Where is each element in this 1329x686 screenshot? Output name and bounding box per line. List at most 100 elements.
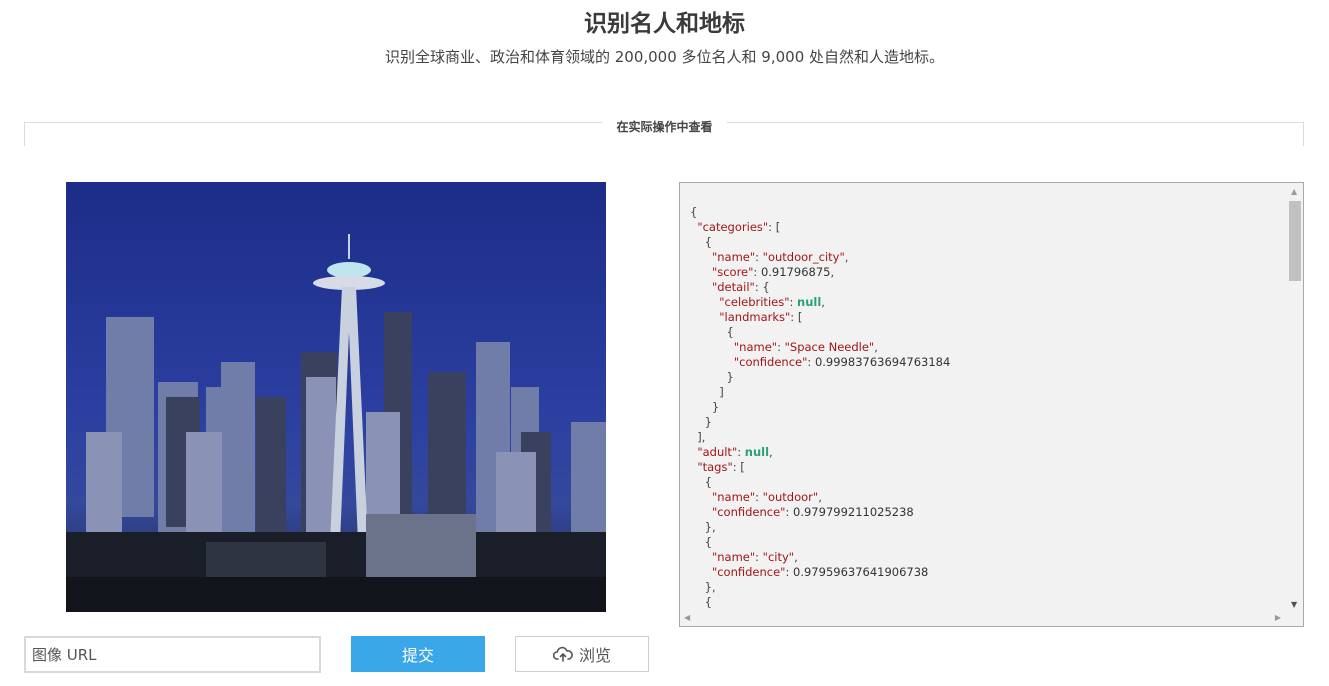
json-token: null (797, 295, 822, 309)
json-token: { (690, 475, 712, 489)
cloud-upload-icon (552, 646, 573, 662)
json-token: "confidence" (711, 565, 786, 579)
json-token: { (690, 595, 712, 609)
json-token: : (755, 250, 763, 264)
json-token: 0.99983763694763184 (814, 355, 951, 369)
scrollbar-thumb[interactable] (1289, 201, 1301, 281)
json-line: ] (690, 385, 1280, 400)
json-line: "score": 0.91796875, (690, 265, 1280, 280)
page-title: 识别名人和地标 (584, 11, 745, 37)
scroll-down-icon[interactable]: ▼ (1291, 600, 1297, 609)
section-heading: 在实际操作中查看 (0, 116, 1329, 135)
json-line: { (690, 325, 1280, 340)
json-token: "adult" (697, 445, 738, 459)
json-line: "celebrities": null, (690, 295, 1280, 310)
json-line: "adult": null, (690, 445, 1280, 460)
json-token: "outdoor" (762, 490, 819, 504)
json-line: "name": "Space Needle", (690, 340, 1280, 355)
vertical-scrollbar[interactable]: ▲ ▼ (1287, 183, 1303, 611)
json-token: , (874, 340, 878, 354)
json-token: "name" (711, 550, 756, 564)
json-token: "outdoor_city" (762, 250, 845, 264)
json-line: { (690, 235, 1280, 250)
json-line: "detail": { (690, 280, 1280, 295)
json-token: 0.979799211025238 (793, 505, 914, 519)
json-token: ] (690, 385, 724, 399)
json-token: }, (690, 580, 716, 594)
json-token: , (844, 250, 849, 264)
json-line: "tags": [ (690, 460, 1280, 475)
json-token: , (769, 445, 773, 459)
json-line: }, (690, 520, 1280, 535)
json-token: , (830, 265, 835, 279)
json-token: { (690, 535, 712, 549)
horizontal-scrollbar[interactable]: ◀ ▶ (680, 610, 1303, 626)
json-token: : (753, 265, 761, 279)
json-line: } (690, 400, 1280, 415)
image-url-input[interactable] (24, 636, 321, 673)
scroll-right-icon[interactable]: ▶ (1275, 613, 1281, 622)
json-line: "confidence": 0.99983763694763184 (690, 355, 1280, 370)
json-line: ], (690, 430, 1280, 445)
json-token: "celebrities" (719, 295, 790, 309)
section-title: 在实际操作中查看 (602, 120, 727, 134)
json-token: { (690, 325, 734, 339)
json-token: : (777, 340, 785, 354)
json-token: , (818, 490, 822, 504)
json-token: "name" (711, 250, 756, 264)
json-token: } (690, 400, 720, 414)
json-token: : (807, 355, 815, 369)
skyline-illustration (66, 182, 606, 612)
json-token: "categories" (697, 220, 769, 234)
scroll-left-icon[interactable]: ◀ (684, 613, 690, 622)
browse-label: 浏览 (578, 646, 611, 665)
json-token: : [ (768, 220, 781, 234)
submit-button[interactable]: 提交 (351, 636, 485, 672)
json-token: "name" (711, 490, 756, 504)
json-token: : { (754, 280, 770, 294)
json-token: { (690, 235, 712, 249)
json-line: "confidence": 0.979799211025238 (690, 505, 1280, 520)
json-token: , (794, 550, 798, 564)
json-line: "name": "outdoor", (690, 490, 1280, 505)
json-result-text: { "categories": [ { "name": "outdoor_cit… (690, 205, 1280, 610)
json-token: : (755, 490, 763, 504)
json-token: : (785, 505, 794, 519)
json-result-panel[interactable]: { "categories": [ { "name": "outdoor_cit… (679, 182, 1304, 627)
json-token: "detail" (711, 280, 755, 294)
json-token: "Space Needle" (784, 340, 875, 354)
json-token: "name" (733, 340, 778, 354)
json-line: { (690, 475, 1280, 490)
browse-button[interactable]: 浏览 (515, 636, 649, 672)
json-line: } (690, 415, 1280, 430)
json-token: : (737, 445, 745, 459)
page-subtitle: 识别全球商业、政治和体育领域的 200,000 多位名人和 9,000 处自然和… (384, 48, 945, 66)
json-token: "tags" (697, 460, 733, 474)
json-line: { (690, 595, 1280, 610)
json-token: { (690, 205, 698, 219)
scroll-up-icon[interactable]: ▲ (1291, 187, 1297, 196)
json-token: ], (690, 430, 706, 444)
json-token: null (744, 445, 770, 459)
json-line: { (690, 205, 1280, 220)
json-token: : (755, 550, 763, 564)
json-token: } (690, 370, 734, 384)
demo-image (66, 182, 606, 612)
json-line: "landmarks": [ (690, 310, 1280, 325)
json-line: "name": "city", (690, 550, 1280, 565)
json-token: "city" (762, 550, 795, 564)
json-token: "landmarks" (719, 310, 791, 324)
json-token: "score" (711, 265, 754, 279)
json-token: : [ (732, 460, 745, 474)
json-token: "confidence" (711, 505, 786, 519)
